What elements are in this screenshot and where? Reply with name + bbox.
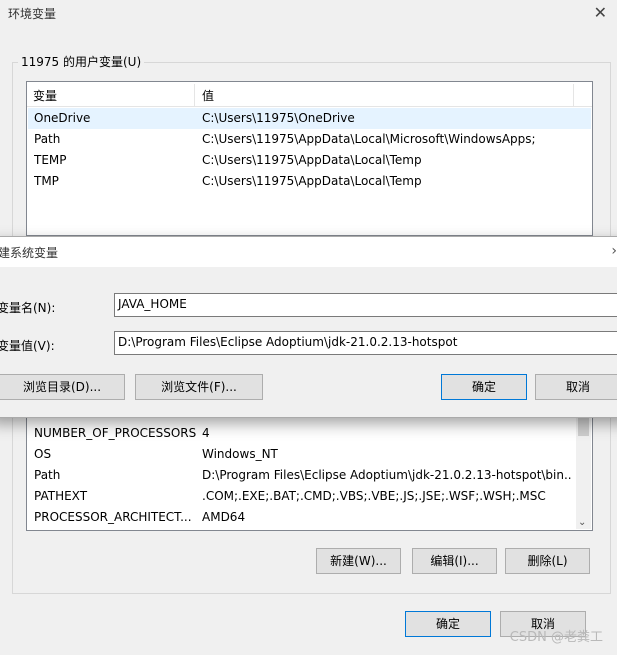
table-row[interactable]: OS Windows_NT — [28, 444, 591, 465]
variable-name: PROCESSOR_ARCHITECT... — [34, 510, 192, 524]
dialog-ok-button[interactable]: 确定 — [441, 374, 527, 400]
watermark: CSDN @老粪工 — [509, 630, 603, 645]
close-icon[interactable]: › — [611, 243, 617, 259]
list-header: 变量 值 — [27, 82, 592, 107]
edit-system-variable-button[interactable]: 编辑(I)... — [412, 548, 497, 574]
column-header-value[interactable]: 值 — [202, 87, 214, 104]
scroll-thumb[interactable] — [578, 418, 589, 436]
variable-value: .COM;.EXE;.BAT;.CMD;.VBS;.VBE;.JS;.JSE;.… — [202, 489, 546, 503]
variable-name-label: 变量名(N): — [0, 301, 56, 315]
variable-name: OneDrive — [34, 111, 91, 125]
table-row[interactable]: PATHEXT .COM;.EXE;.BAT;.CMD;.VBS;.VBE;.J… — [28, 486, 591, 507]
system-variables-list[interactable]: NUMBER_OF_PROCESSORS 4 OS Windows_NT Pat… — [26, 400, 593, 531]
user-variables-list[interactable]: 变量 值 OneDrive C:\Users\11975\OneDrive Pa… — [26, 81, 593, 236]
dialog-title: 建系统变量 — [0, 246, 59, 260]
variable-value: 4 — [202, 426, 210, 440]
variable-value-input[interactable]: D:\Program Files\Eclipse Adoptium\jdk-21… — [114, 331, 617, 355]
ok-button[interactable]: 确定 — [405, 611, 491, 637]
variable-value: C:\Users\11975\AppData\Local\Temp — [202, 153, 422, 167]
variable-value: D:\Program Files\Eclipse Adoptium\jdk-21… — [202, 468, 572, 482]
variable-value: C:\Users\11975\OneDrive — [202, 111, 355, 125]
vertical-scrollbar[interactable]: ⌄ — [576, 402, 591, 529]
variable-value: C:\Users\11975\AppData\Local\Temp — [202, 174, 422, 188]
delete-system-variable-button[interactable]: 删除(L) — [505, 548, 590, 574]
variable-value-label: 变量值(V): — [0, 339, 55, 353]
window-title: 环境变量 — [8, 7, 57, 21]
browse-directory-button[interactable]: 浏览目录(D)... — [0, 374, 125, 400]
new-system-variable-button[interactable]: 新建(W)... — [316, 548, 401, 574]
variable-value: AMD64 — [202, 510, 246, 524]
variable-name: OS — [34, 447, 52, 461]
variable-value: Windows_NT — [202, 447, 278, 461]
variable-name: NUMBER_OF_PROCESSORS — [34, 426, 196, 440]
user-variables-label: 11975 的用户变量(U) — [18, 53, 145, 70]
table-row[interactable]: OneDrive C:\Users\11975\OneDrive — [28, 108, 591, 129]
new-system-variable-dialog: 建系统变量 › 变量名(N): JAVA_HOME 变量值(V): D:\Pro… — [0, 236, 617, 418]
table-row[interactable]: Path D:\Program Files\Eclipse Adoptium\j… — [28, 465, 591, 486]
table-row[interactable]: NUMBER_OF_PROCESSORS 4 — [28, 423, 591, 444]
variable-value: C:\Users\11975\AppData\Local\Microsoft\W… — [202, 132, 536, 146]
dialog-cancel-button[interactable]: 取消 — [535, 374, 617, 400]
table-row[interactable]: PROCESSOR_ARCHITECT... AMD64 — [28, 507, 591, 528]
dialog-titlebar[interactable]: 建系统变量 › — [0, 237, 617, 267]
column-divider — [573, 84, 574, 106]
column-divider[interactable] — [194, 84, 195, 106]
variable-name: Path — [34, 468, 61, 482]
variable-name-input[interactable]: JAVA_HOME — [114, 293, 617, 317]
table-row[interactable]: TMP C:\Users\11975\AppData\Local\Temp — [28, 171, 591, 192]
scroll-down-icon[interactable]: ⌄ — [578, 517, 586, 528]
column-header-variable[interactable]: 变量 — [33, 87, 57, 104]
variable-name: TEMP — [34, 153, 67, 167]
table-row[interactable]: TEMP C:\Users\11975\AppData\Local\Temp — [28, 150, 591, 171]
browse-file-button[interactable]: 浏览文件(F)... — [135, 374, 263, 400]
variable-name: Path — [34, 132, 61, 146]
variable-name: TMP — [34, 174, 59, 188]
close-icon[interactable]: ✕ — [594, 3, 607, 22]
variable-name: PATHEXT — [34, 489, 88, 503]
table-row[interactable]: Path C:\Users\11975\AppData\Local\Micros… — [28, 129, 591, 150]
